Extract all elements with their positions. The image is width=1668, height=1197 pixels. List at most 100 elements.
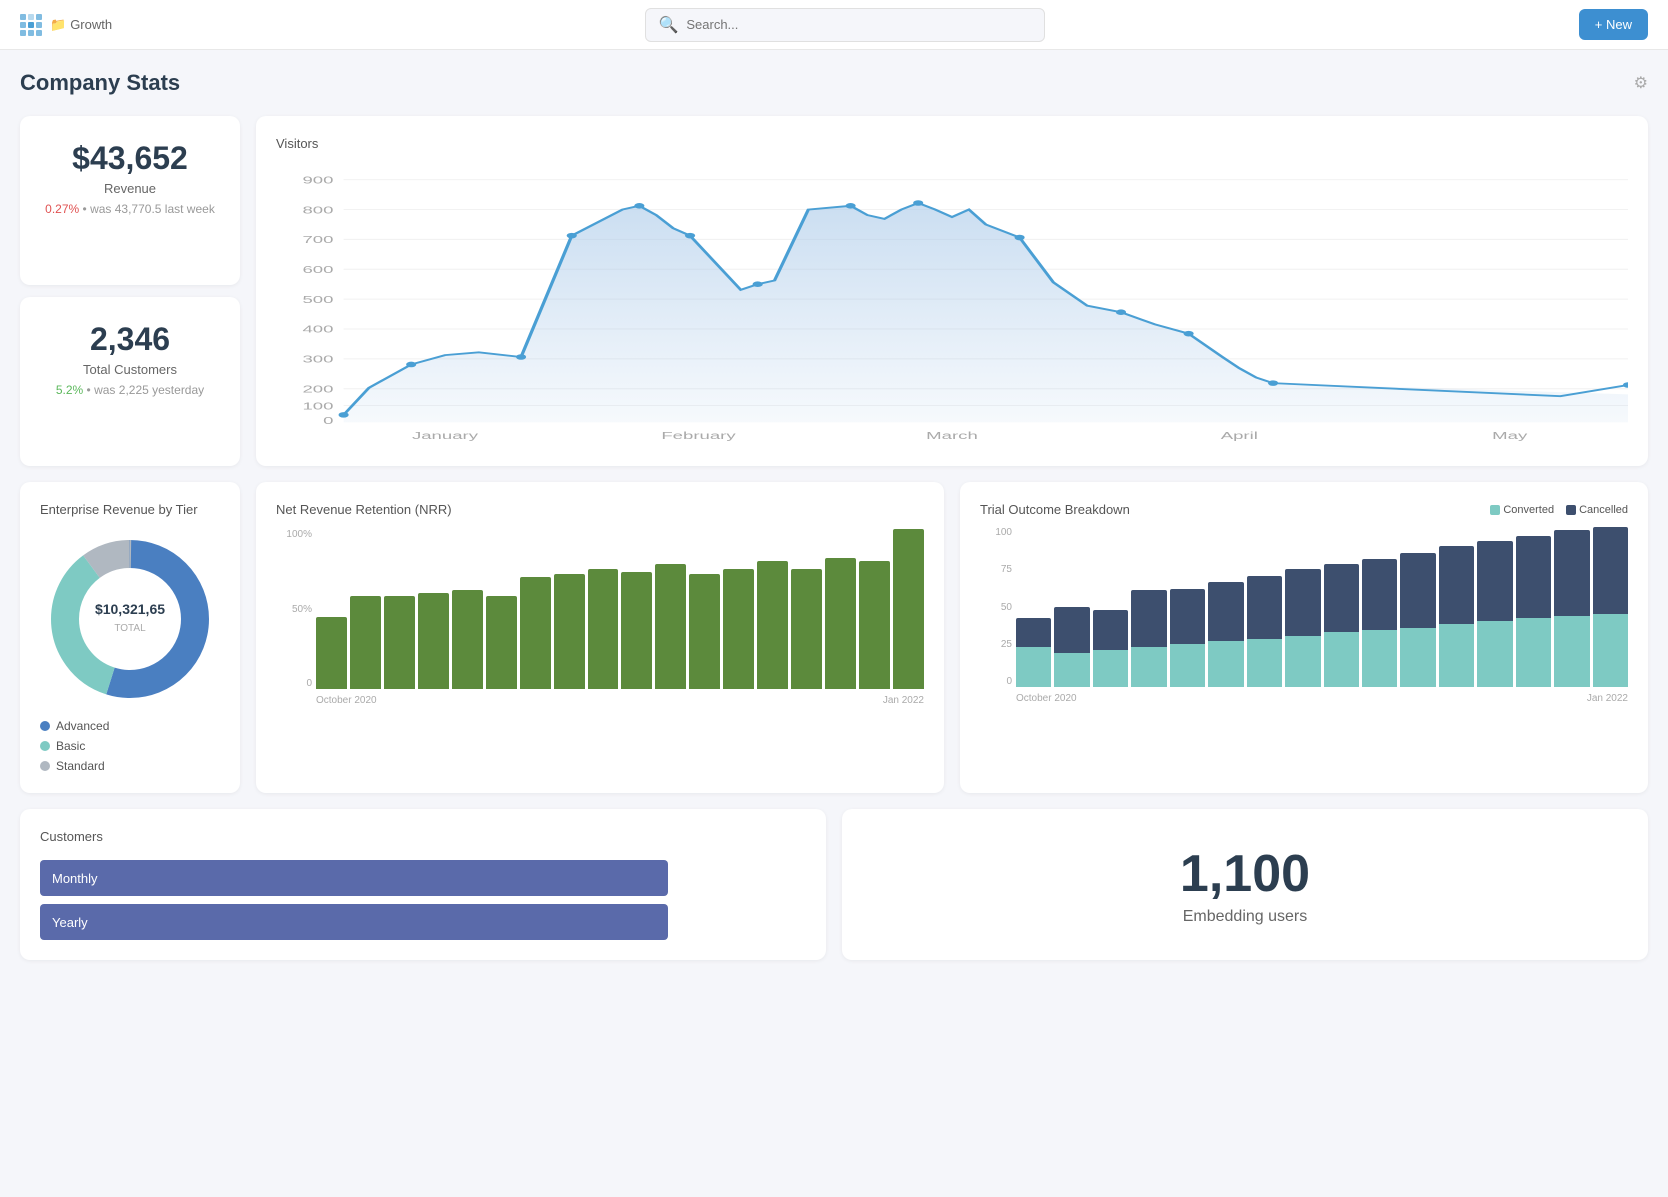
converted-part [1516,618,1551,687]
visitors-card: Visitors 900 800 700 600 500 400 300 [256,116,1648,466]
customers-pct: 5.2% [56,383,83,397]
nrr-bar [554,574,585,689]
svg-text:April: April [1221,430,1258,441]
cancelled-part [1593,527,1628,614]
bottom-row2: Customers Monthly Yearly 1,100 Embedding… [20,809,1648,960]
customers-label: Total Customers [40,362,220,377]
customers-value: 2,346 [40,321,220,358]
customers-change: 5.2% • was 2,225 yesterday [40,383,220,397]
donut-svg: $10,321,65 TOTAL [40,529,220,709]
converted-part [1554,616,1589,687]
trial-y-25: 25 [980,639,1012,650]
header-left: 📁 Growth [20,14,112,36]
trial-bar-wrapper [1362,527,1397,687]
standard-label: Standard [56,759,105,773]
donut-card: Enterprise Revenue by Tier $10,321,65 TO… [20,482,240,793]
svg-text:TOTAL: TOTAL [114,623,146,634]
trial-bar-wrapper [1324,527,1359,687]
monthly-bar: Monthly [40,860,668,896]
svg-text:0: 0 [323,415,333,427]
trial-bar-wrapper [1554,527,1589,687]
converted-part [1285,636,1320,687]
trial-y-50: 50 [980,602,1012,613]
converted-part [1016,647,1051,687]
breadcrumb: 📁 Growth [50,17,112,33]
trial-bar-wrapper [1247,527,1282,687]
revenue-pct: 0.27% [45,202,79,216]
svg-text:900: 900 [302,175,333,187]
trial-y-100: 100 [980,527,1012,538]
trial-bars [1016,527,1628,687]
trial-bar-wrapper [1170,527,1205,687]
stats-column: $43,652 Revenue 0.27% • was 43,770.5 las… [20,116,240,466]
yearly-row: Yearly [40,904,806,940]
svg-text:800: 800 [302,204,333,216]
cancelled-part [1439,546,1474,624]
trial-bar-wrapper [1131,527,1166,687]
trial-bar-wrapper [1208,527,1243,687]
header: 📁 Growth 🔍 + New [0,0,1668,50]
legend-standard: Standard [40,759,220,773]
settings-icon[interactable]: ⚙ [1634,73,1648,93]
svg-text:500: 500 [302,294,333,306]
converted-part [1593,614,1628,687]
svg-text:600: 600 [302,264,333,276]
trial-x-start: October 2020 [1016,693,1077,704]
svg-text:400: 400 [302,324,333,336]
nrr-bar [859,561,890,689]
donut-title: Enterprise Revenue by Tier [40,502,220,517]
nrr-card: Net Revenue Retention (NRR) 100% 50% 0 O… [256,482,944,793]
breadcrumb-text: Growth [70,17,112,32]
cancelled-part [1093,610,1128,650]
nrr-bars [316,529,924,689]
basic-dot [40,741,50,751]
nrr-bar [418,593,449,689]
search-bar[interactable]: 🔍 [645,8,1045,42]
nrr-bar [588,569,619,689]
trial-bar-wrapper [1516,527,1551,687]
nrr-bar [316,617,347,689]
standard-dot [40,761,50,771]
legend-converted: Converted [1490,504,1554,516]
revenue-value: $43,652 [40,140,220,177]
trial-y-0: 0 [980,676,1012,687]
nrr-bar [689,574,720,689]
converted-part [1093,650,1128,687]
customers-chart-card: Customers Monthly Yearly [20,809,826,960]
revenue-change: 0.27% • was 43,770.5 last week [40,202,220,216]
cancelled-part [1208,582,1243,641]
trial-bar-wrapper [1285,527,1320,687]
revenue-note: was 43,770.5 last week [90,202,215,216]
nrr-bar [621,572,652,689]
new-button[interactable]: + New [1579,9,1648,40]
search-icon: 🔍 [658,15,678,35]
svg-text:March: March [926,430,978,441]
converted-part [1400,628,1435,687]
advanced-dot [40,721,50,731]
embedding-card: 1,100 Embedding users [842,809,1648,960]
nrr-bar [452,590,483,689]
svg-text:700: 700 [302,234,333,246]
converted-part [1362,630,1397,687]
legend-cancelled: Cancelled [1566,504,1628,516]
trial-bar-wrapper [1016,527,1051,687]
svg-text:100: 100 [302,400,333,412]
customers-stat-card: 2,346 Total Customers 5.2% • was 2,225 y… [20,297,240,466]
nrr-x-end: Jan 2022 [883,695,924,706]
nrr-bar [520,577,551,689]
top-row: $43,652 Revenue 0.27% • was 43,770.5 las… [20,116,1648,466]
customers-bars: Monthly Yearly [40,860,806,940]
embedding-value: 1,100 [1180,844,1310,904]
svg-text:300: 300 [302,354,333,366]
cancelled-part [1170,589,1205,644]
donut-wrapper: $10,321,65 TOTAL [40,529,220,709]
nrr-x-start: October 2020 [316,695,377,706]
legend-basic: Basic [40,739,220,753]
folder-icon: 📁 [50,17,66,33]
nrr-y-100: 100% [276,529,312,540]
revenue-card: $43,652 Revenue 0.27% • was 43,770.5 las… [20,116,240,285]
search-input[interactable] [686,17,1032,32]
nrr-y-0: 0 [276,678,312,689]
main-content: $43,652 Revenue 0.27% • was 43,770.5 las… [0,106,1668,980]
converted-part [1439,624,1474,687]
